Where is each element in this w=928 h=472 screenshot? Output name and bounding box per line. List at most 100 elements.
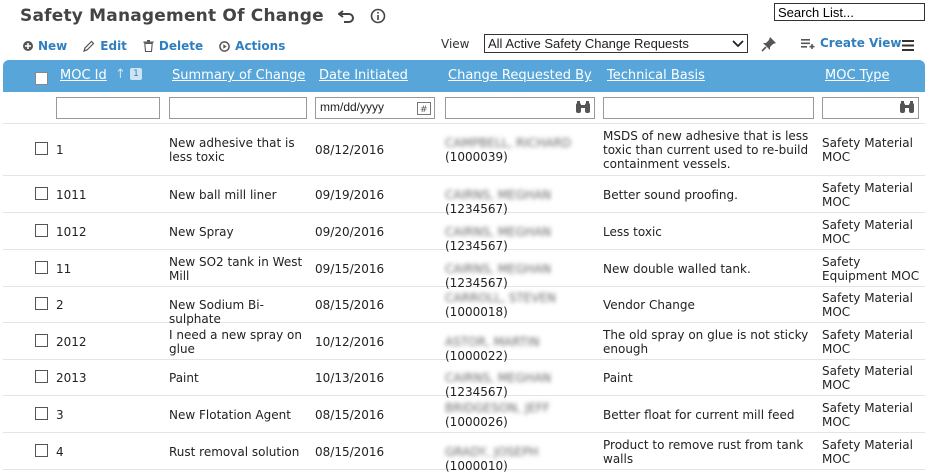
edit-button[interactable]: Edit bbox=[83, 39, 127, 53]
filter-moc-type[interactable] bbox=[822, 97, 919, 119]
row-checkbox[interactable] bbox=[35, 297, 48, 310]
cell-moc-id: 3 bbox=[56, 408, 64, 422]
page-header: Safety Management Of Change bbox=[20, 4, 388, 28]
table-row[interactable]: 1 New adhesive that is less toxic 08/12/20… bbox=[3, 124, 925, 176]
cell-technical-basis: Better float for current mill feed bbox=[603, 408, 795, 422]
cell-moc-type: Safety Material MOC bbox=[822, 136, 913, 164]
cell-moc-id: 1011 bbox=[56, 188, 87, 202]
requester-name: CAIRNS, MEGHAN bbox=[445, 371, 552, 385]
table-row[interactable]: 1011 New ball mill liner 09/19/2016 CAIRNS,… bbox=[3, 176, 925, 216]
row-checkbox[interactable] bbox=[35, 334, 48, 347]
col-header-summary[interactable]: Summary of Change bbox=[172, 68, 305, 83]
view-select[interactable]: All Active Safety Change Requests bbox=[484, 34, 748, 53]
filter-date[interactable]: mm/dd/yyyy # bbox=[315, 97, 435, 119]
sort-order-badge: 1 bbox=[130, 68, 142, 80]
col-header-technical-basis[interactable]: Technical Basis bbox=[607, 68, 705, 83]
requester-name: ASTOR, MARTIN bbox=[445, 335, 540, 349]
row-checkbox[interactable] bbox=[35, 407, 48, 420]
col-header-requested-by[interactable]: Change Requested By bbox=[448, 68, 592, 83]
table-row[interactable]: 2012 I need a new spray on glue 10/12/2016… bbox=[3, 323, 925, 363]
actions-button[interactable]: Actions bbox=[219, 39, 285, 53]
table-row[interactable]: 4 Rust removal solution 08/15/2016 GRADY, J… bbox=[3, 433, 925, 472]
col-header-moc-id[interactable]: MOC Id bbox=[60, 68, 107, 83]
cell-technical-basis: MSDS of new adhesive that is less toxic … bbox=[603, 129, 809, 171]
filter-date-placeholder: mm/dd/yyyy bbox=[320, 100, 385, 114]
table-row[interactable]: 2013 Paint 10/13/2016 CAIRNS, MEGHAN (12345… bbox=[3, 360, 925, 399]
col-header-date-initiated[interactable]: Date Initiated bbox=[319, 68, 408, 83]
cell-requested-by: CAIRNS, MEGHAN (1234567) bbox=[445, 188, 597, 216]
cell-technical-basis: Better sound proofing. bbox=[603, 188, 738, 202]
cell-date-initiated: 10/13/2016 bbox=[315, 371, 385, 385]
new-label: New bbox=[38, 39, 68, 53]
cell-summary: New Spray bbox=[169, 225, 234, 239]
cell-summary: New Flotation Agent bbox=[169, 408, 291, 422]
row-checkbox[interactable] bbox=[35, 261, 48, 274]
sort-ascending-icon: ↑ bbox=[115, 67, 126, 82]
requester-id: (1000039) bbox=[445, 150, 508, 164]
pencil-icon bbox=[83, 40, 95, 52]
cell-moc-id: 2013 bbox=[56, 371, 87, 385]
pin-icon[interactable] bbox=[761, 36, 777, 56]
cell-moc-id: 1012 bbox=[56, 225, 87, 239]
grid-header: MOC Id ↑ 1 Summary of Change Date Initia… bbox=[3, 60, 925, 92]
search-input[interactable] bbox=[774, 3, 925, 21]
table-row[interactable]: 1012 New Spray 09/20/2016 CAIRNS, MEGHAN (1… bbox=[3, 213, 925, 253]
list-plus-icon bbox=[801, 38, 815, 49]
filter-technical-basis[interactable] bbox=[603, 97, 814, 119]
cell-summary: Rust removal solution bbox=[169, 445, 300, 459]
requester-name: GRADY, JOSEPH bbox=[445, 445, 539, 459]
cell-date-initiated: 10/12/2016 bbox=[315, 335, 385, 349]
cell-moc-id: 1 bbox=[56, 143, 64, 157]
cell-technical-basis: New double walled tank. bbox=[603, 262, 751, 276]
info-icon[interactable] bbox=[368, 6, 388, 26]
cell-moc-type: Safety Material MOC bbox=[822, 364, 913, 392]
new-button[interactable]: New bbox=[23, 39, 67, 53]
col-header-moc-type[interactable]: MOC Type bbox=[825, 68, 890, 83]
row-checkbox[interactable] bbox=[35, 224, 48, 237]
requester-name: CAIRNS, MEGHAN bbox=[445, 188, 552, 202]
cell-moc-type: Safety Equipment MOC bbox=[822, 255, 920, 283]
table-row[interactable]: 11 New SO2 tank in West Mill 09/15/2016 CAI… bbox=[3, 250, 925, 290]
row-checkbox[interactable] bbox=[35, 444, 48, 457]
cell-summary: Paint bbox=[169, 371, 199, 385]
cell-requested-by: CAIRNS, MEGHAN (1234567) bbox=[445, 371, 597, 399]
create-view-button[interactable]: Create View bbox=[801, 36, 901, 50]
cell-date-initiated: 09/15/2016 bbox=[315, 262, 385, 276]
filter-moc-id[interactable] bbox=[56, 97, 160, 119]
requester-name: CAMPBELL, RICHARD bbox=[445, 136, 572, 150]
cell-requested-by: BRIDGESON, JEFF (1000026) bbox=[445, 401, 597, 429]
cell-moc-type: Safety Material MOC bbox=[822, 438, 913, 466]
moc-grid: MOC Id ↑ 1 Summary of Change Date Initia… bbox=[3, 60, 925, 472]
select-all-checkbox[interactable] bbox=[35, 72, 48, 85]
requester-id: (1000018) bbox=[445, 305, 508, 319]
back-icon[interactable] bbox=[336, 6, 356, 26]
filter-requested-by[interactable] bbox=[445, 97, 595, 119]
cell-moc-id: 2 bbox=[56, 298, 64, 312]
table-row[interactable]: 2 New Sodium Bi-sulphate 08/15/2016 CARROLL… bbox=[3, 287, 925, 326]
cell-technical-basis: The old spray on glue is not sticky enou… bbox=[603, 328, 809, 356]
cell-summary: I need a new spray on glue bbox=[169, 328, 302, 356]
requester-id: (1000026) bbox=[445, 415, 508, 429]
row-checkbox[interactable] bbox=[35, 187, 48, 200]
cell-date-initiated: 09/20/2016 bbox=[315, 225, 385, 239]
table-row[interactable]: 3 New Flotation Agent 08/15/2016 BRIDGESON,… bbox=[3, 396, 925, 433]
cell-moc-id: 4 bbox=[56, 445, 64, 459]
cell-moc-type: Safety Material MOC bbox=[822, 181, 913, 209]
binoculars-icon[interactable] bbox=[899, 101, 915, 117]
cell-date-initiated: 09/19/2016 bbox=[315, 188, 385, 202]
row-checkbox[interactable] bbox=[35, 370, 48, 383]
hamburger-menu-icon[interactable] bbox=[902, 36, 914, 55]
cell-moc-type: Safety Material MOC bbox=[822, 401, 913, 429]
cell-moc-type: Safety Material MOC bbox=[822, 218, 913, 246]
binoculars-icon[interactable] bbox=[575, 101, 591, 117]
create-view-label: Create View bbox=[820, 36, 902, 50]
svg-text:#: # bbox=[420, 105, 428, 115]
cell-date-initiated: 08/15/2016 bbox=[315, 298, 385, 312]
cell-moc-type: Safety Material MOC bbox=[822, 291, 913, 319]
row-checkbox[interactable] bbox=[35, 142, 48, 155]
filter-summary[interactable] bbox=[169, 97, 307, 119]
chevron-down-icon bbox=[732, 39, 744, 47]
delete-button[interactable]: Delete bbox=[143, 39, 203, 53]
cell-summary: New Sodium Bi-sulphate bbox=[169, 298, 264, 326]
calendar-icon[interactable]: # bbox=[417, 101, 431, 118]
